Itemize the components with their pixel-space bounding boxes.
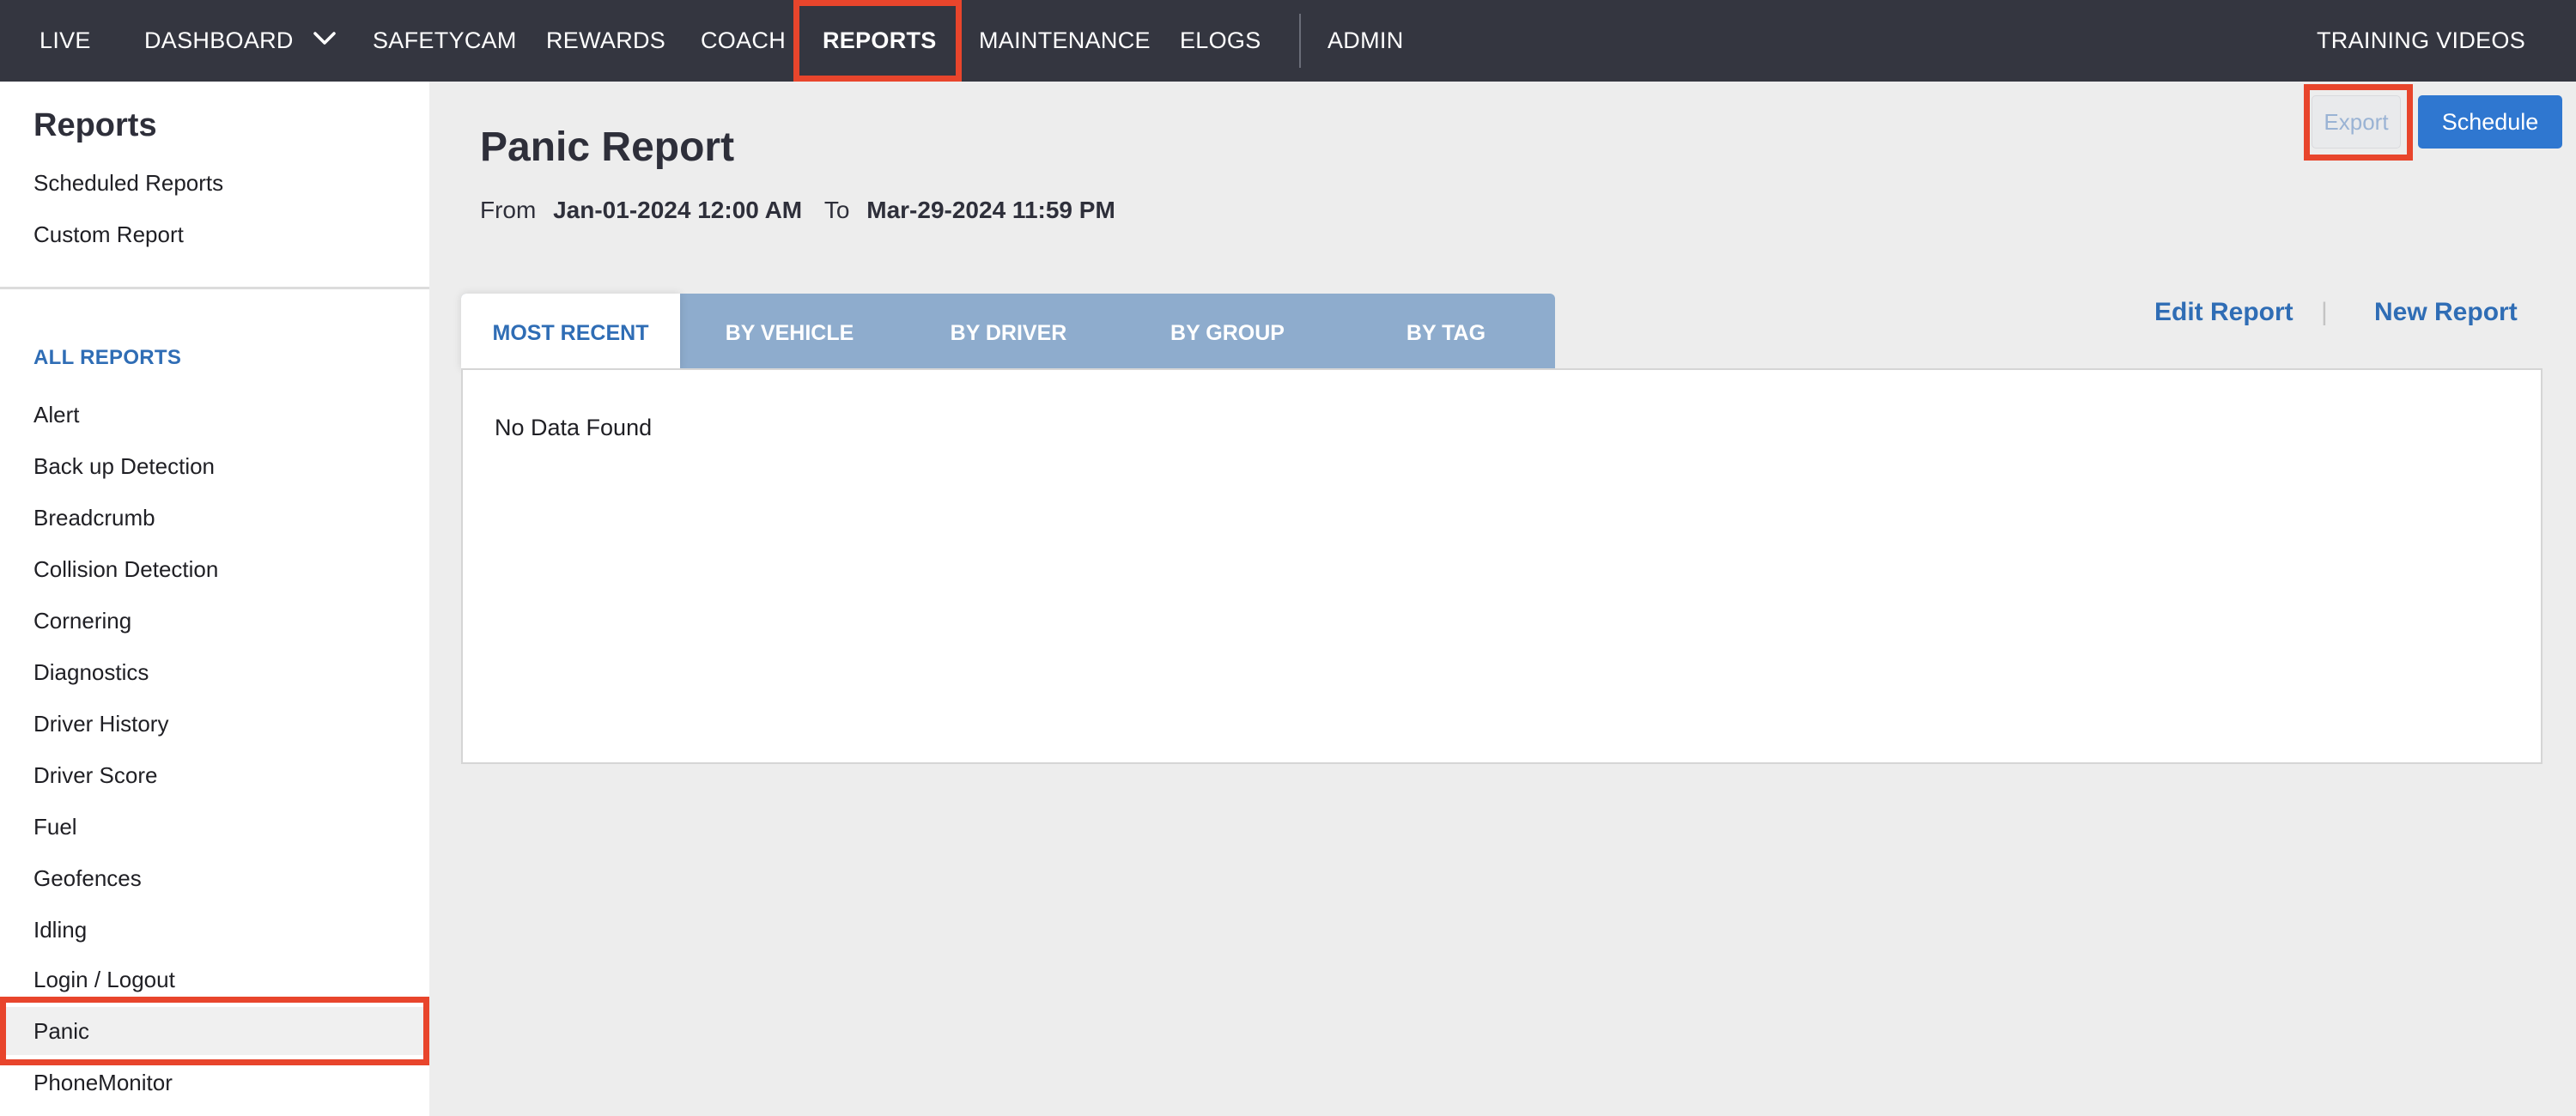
to-label: To (823, 197, 850, 223)
tab-by-vehicle[interactable]: BY VEHICLE (680, 294, 899, 369)
report-tabs: MOST RECENT BY VEHICLE BY DRIVER BY GROU… (461, 294, 1555, 369)
export-button[interactable]: Export (2312, 95, 2401, 149)
report-item-idling[interactable]: Idling (0, 906, 429, 954)
tab-by-tag[interactable]: BY TAG (1337, 294, 1555, 369)
tab-by-group[interactable]: BY GROUP (1118, 294, 1337, 369)
report-item-back-up-detection[interactable]: Back up Detection (0, 442, 429, 490)
report-item-geofences[interactable]: Geofences (0, 854, 429, 902)
nav-item-coach[interactable]: COACH (701, 0, 786, 82)
sidebar-divider (0, 287, 429, 289)
report-item-fuel[interactable]: Fuel (0, 803, 429, 851)
schedule-button[interactable]: Schedule (2418, 95, 2562, 149)
nav-item-dashboard[interactable]: DASHBOARD (144, 0, 337, 82)
nav-divider (1299, 14, 1301, 68)
nav-item-safetycam[interactable]: SAFETYCAM (373, 0, 517, 82)
all-reports-heading: ALL REPORTS (33, 346, 182, 369)
nav-item-rewards[interactable]: REWARDS (546, 0, 665, 82)
report-item-login-logout[interactable]: Login / Logout (0, 955, 429, 1004)
page-title: Panic Report (480, 124, 735, 170)
date-range: From Jan-01-2024 12:00 AM To Mar-29-2024… (480, 197, 1115, 224)
sidebar-title: Reports (33, 107, 157, 143)
nav-item-reports[interactable]: REPORTS (823, 0, 937, 82)
link-separator: | (2321, 298, 2328, 326)
chevron-down-icon (313, 0, 337, 80)
nav-item-label: DASHBOARD (144, 27, 294, 53)
report-item-breadcrumb[interactable]: Breadcrumb (0, 494, 429, 542)
sidebar-link-custom-report[interactable]: Custom Report (33, 221, 184, 248)
from-label: From (480, 197, 537, 223)
nav-item-admin[interactable]: ADMIN (1327, 0, 1404, 82)
report-item-panic[interactable]: Panic (0, 1007, 429, 1055)
report-item-phonemonitor[interactable]: PhoneMonitor (0, 1058, 429, 1107)
nav-item-live[interactable]: LIVE (39, 0, 91, 82)
report-item-alert[interactable]: Alert (0, 391, 429, 439)
from-date-value: Jan-01-2024 12:00 AM (553, 197, 803, 223)
nav-item-maintenance[interactable]: MAINTENANCE (979, 0, 1151, 82)
report-item-driver-score[interactable]: Driver Score (0, 751, 429, 799)
tab-most-recent[interactable]: MOST RECENT (461, 294, 680, 369)
report-item-diagnostics[interactable]: Diagnostics (0, 648, 429, 696)
edit-report-link[interactable]: Edit Report (2154, 298, 2293, 327)
sidebar: Reports Scheduled Reports Custom Report … (0, 82, 429, 1116)
report-content-panel: No Data Found (461, 368, 2543, 764)
sidebar-link-scheduled-reports[interactable]: Scheduled Reports (33, 170, 223, 197)
report-item-driver-history[interactable]: Driver History (0, 700, 429, 748)
nav-item-training-videos[interactable]: TRAINING VIDEOS (2317, 0, 2525, 82)
to-date-value: Mar-29-2024 11:59 PM (866, 197, 1115, 223)
empty-state-message: No Data Found (495, 415, 653, 440)
new-report-link[interactable]: New Report (2374, 298, 2518, 327)
tab-by-driver[interactable]: BY DRIVER (899, 294, 1118, 369)
top-navigation: LIVE DASHBOARD SAFETYCAM REWARDS COACH R… (0, 0, 2576, 82)
report-item-collision-detection[interactable]: Collision Detection (0, 545, 429, 593)
report-item-cornering[interactable]: Cornering (0, 597, 429, 645)
nav-item-elogs[interactable]: ELOGS (1180, 0, 1261, 82)
